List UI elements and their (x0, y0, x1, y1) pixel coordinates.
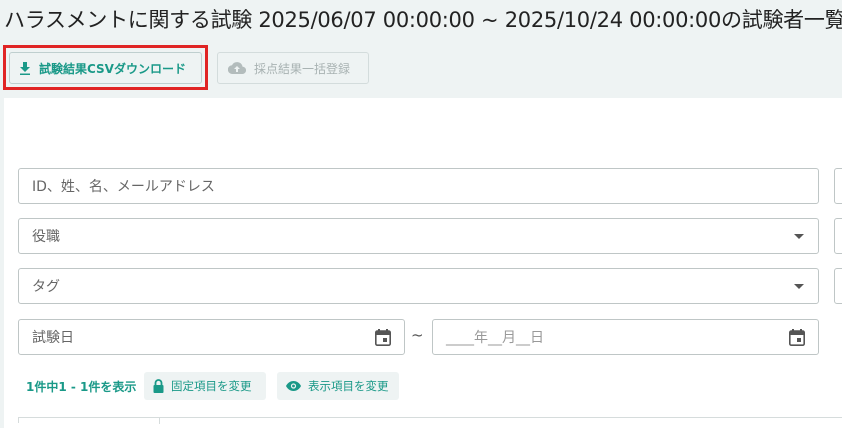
position-select[interactable]: 役職 (18, 218, 819, 254)
exam-date-start-input[interactable]: 試験日 (18, 319, 405, 355)
display-items-button[interactable]: 表示項目を変更 (277, 372, 399, 400)
date-end-placeholder: ____年__月__日 (446, 330, 544, 346)
fixed-items-label: 固定項目を変更 (171, 379, 252, 393)
download-icon (20, 61, 30, 75)
chevron-down-icon (794, 234, 804, 239)
display-items-label: 表示項目を変更 (308, 379, 389, 393)
chevron-down-icon (794, 284, 804, 289)
search-placeholder: ID、姓、名、メールアドレス (32, 179, 215, 195)
page-title: ハラスメントに関する試験 2025/06/07 00:00:00 ~ 2025/… (4, 8, 842, 32)
exam-date-end-input[interactable]: ____年__月__日 (432, 319, 819, 355)
fixed-items-button[interactable]: 固定項目を変更 (144, 372, 266, 400)
tag-label: タグ (32, 279, 60, 295)
result-count: 1件中1 - 1件を表示 (26, 380, 137, 394)
results-table (18, 417, 842, 424)
side-field[interactable] (834, 218, 842, 254)
tag-select[interactable]: タグ (18, 268, 819, 304)
eye-icon (286, 381, 301, 391)
exam-date-label: 試験日 (32, 330, 74, 346)
csv-download-button[interactable]: 試験結果CSVダウンロード (9, 52, 202, 84)
lock-icon (153, 379, 164, 393)
bulk-register-label: 採点結果一括登録 (254, 61, 351, 76)
side-field[interactable] (834, 268, 842, 304)
bulk-register-button[interactable]: 採点結果一括登録 (217, 52, 369, 84)
side-field[interactable] (834, 168, 842, 204)
csv-download-label: 試験結果CSVダウンロード (39, 61, 186, 76)
search-input[interactable]: ID、姓、名、メールアドレス (18, 168, 819, 204)
calendar-icon[interactable] (375, 329, 391, 346)
table-column-divider (159, 418, 160, 424)
calendar-icon[interactable] (789, 329, 805, 346)
position-label: 役職 (32, 229, 60, 245)
cloud-upload-icon (228, 62, 246, 74)
date-separator: ~ (411, 326, 424, 344)
